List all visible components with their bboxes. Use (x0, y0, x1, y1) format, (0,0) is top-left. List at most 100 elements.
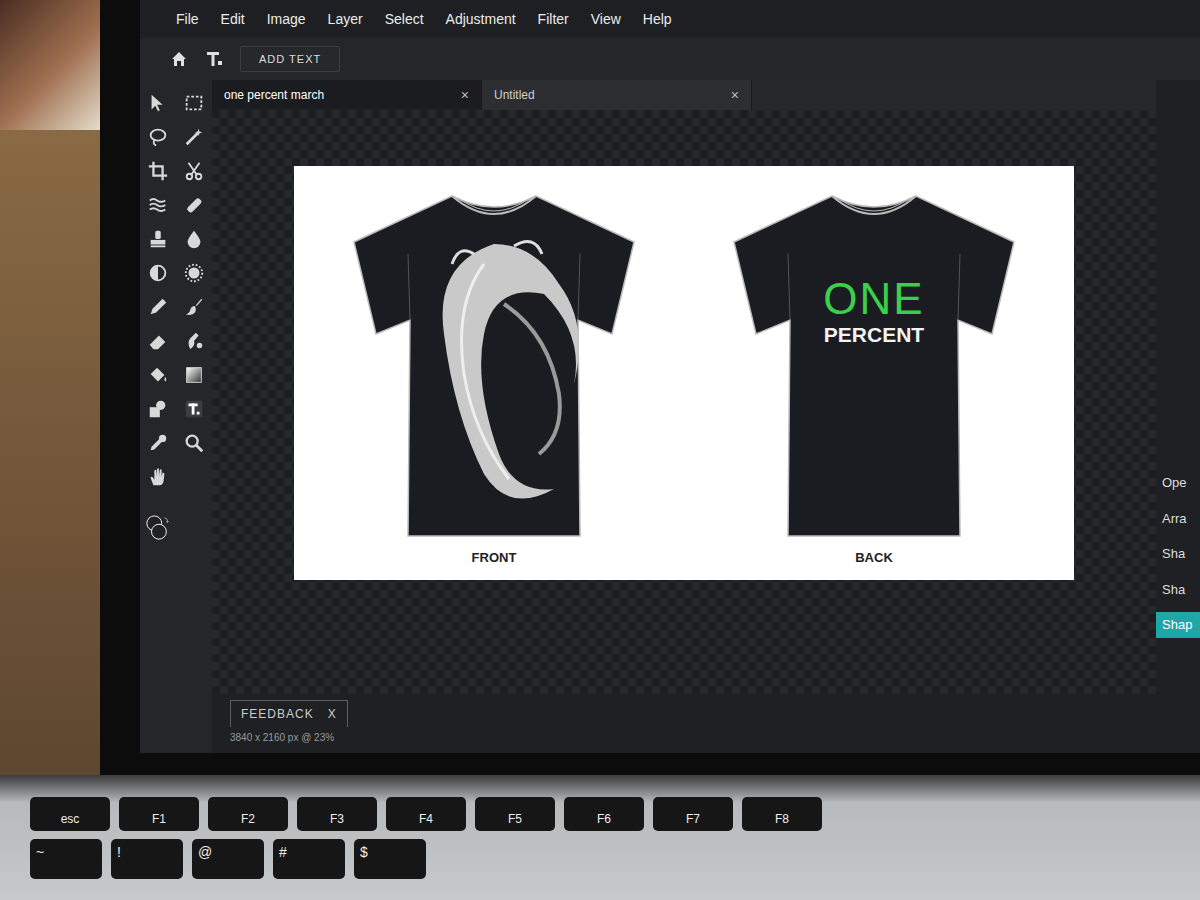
canvas-area[interactable]: FRONT ONEPERCENT BACK (212, 110, 1156, 694)
feedback-button[interactable]: FEEDBACK X (230, 700, 348, 727)
tool-button[interactable] (181, 90, 207, 116)
picker-tool-icon (147, 432, 169, 454)
panel-item[interactable]: Sha (1156, 577, 1200, 603)
tab-close-button[interactable]: × (731, 85, 739, 106)
keyboard-key[interactable]: $ (354, 839, 426, 879)
laptop-bezel: File Edit Image Layer Select Adjustment Filter… (100, 0, 1200, 775)
front-tshirt-icon (334, 184, 654, 544)
tool-button[interactable] (145, 90, 171, 116)
keyboard-key[interactable]: @ (192, 839, 264, 879)
menu-item[interactable]: Image (267, 9, 306, 30)
drop-tool-icon (183, 228, 205, 250)
tool-button[interactable] (145, 396, 171, 422)
back-shirt: ONEPERCENT (714, 184, 1034, 544)
gradient-tool-icon (183, 364, 205, 386)
stamp-tool-icon (147, 228, 169, 250)
tool-button[interactable] (181, 294, 207, 320)
back-tshirt-icon (714, 184, 1034, 544)
function-key-row: esc F1 F2 F3 F4 F5 F6 F7 F8 (30, 797, 1200, 831)
workspace: one percent march×Untitled×FRONTONEPERCE… (212, 80, 1156, 753)
keyboard-key[interactable]: F5 (475, 797, 555, 831)
keyboard-key[interactable]: esc (30, 797, 110, 831)
tool-button[interactable] (181, 226, 207, 252)
tool-button[interactable] (181, 260, 207, 286)
menu-item[interactable]: Select (385, 9, 424, 30)
tab-close-button[interactable]: × (461, 85, 469, 106)
crop-tool-icon (147, 160, 169, 182)
panel-item-label: Shap (1162, 617, 1192, 632)
menu-item[interactable]: View (591, 9, 621, 30)
tool-button[interactable] (145, 430, 171, 456)
tool-button[interactable] (181, 396, 207, 422)
tool-button[interactable] (145, 158, 171, 184)
right-panel: Ope Arra Sha Sha Shap (1156, 80, 1200, 753)
tool-button[interactable] (145, 328, 171, 354)
tool-button[interactable] (145, 192, 171, 218)
feedback-close[interactable]: X (328, 705, 337, 723)
document-tab[interactable]: one percent march × (212, 80, 482, 110)
panel-item[interactable]: Ope (1156, 470, 1200, 496)
wall-picture (0, 0, 100, 130)
photo: File Edit Image Layer Select Adjustment Filter… (0, 0, 1200, 900)
menu-bar: File Edit Image Layer Select Adjustment Filter… (140, 0, 1200, 38)
keyboard-key[interactable]: F8 (742, 797, 822, 831)
keyboard-key[interactable]: F7 (653, 797, 733, 831)
logo-bottom-text: PERCENT (824, 322, 924, 347)
panel-item-label: Ope (1162, 475, 1187, 490)
tool-button[interactable] (145, 464, 171, 490)
keyboard-key[interactable]: ! (111, 839, 183, 879)
menu-item[interactable]: Edit (221, 9, 245, 30)
panel-item[interactable]: Shap (1156, 612, 1200, 638)
tool-button[interactable] (145, 124, 171, 150)
keyboard-key[interactable]: ~ (30, 839, 102, 879)
document-tab[interactable]: Untitled× (482, 80, 752, 110)
tool-button[interactable] (181, 124, 207, 150)
text-tool-icon[interactable] (204, 49, 224, 69)
front-label: FRONT (472, 548, 517, 568)
menu-item[interactable]: Help (643, 9, 672, 30)
tool-button[interactable] (145, 260, 171, 286)
zoom-tool-icon (183, 432, 205, 454)
home-icon[interactable] (170, 50, 188, 68)
back-label: BACK (855, 548, 893, 568)
marquee-tool-icon (183, 92, 205, 114)
smudge-tool-icon (183, 330, 205, 352)
menu-item[interactable]: Filter (538, 9, 569, 30)
tool-button[interactable] (145, 362, 171, 388)
tool-button[interactable] (181, 192, 207, 218)
keyboard-key[interactable]: F2 (208, 797, 288, 831)
dodge-tool-icon (147, 262, 169, 284)
fill-tool-icon (147, 364, 169, 386)
image-size-status: 3840 x 2160 px @ 23% (230, 730, 1136, 745)
keyboard-key[interactable]: F3 (297, 797, 377, 831)
tool-button[interactable] (145, 226, 171, 252)
upper-area: File Edit Image Layer Select Adjustment Filter… (0, 0, 1200, 775)
brush-tool-icon (183, 296, 205, 318)
tool-button[interactable] (181, 362, 207, 388)
keyboard-key[interactable]: F4 (386, 797, 466, 831)
menu-item[interactable]: File (176, 9, 199, 30)
add-text-button[interactable]: ADD TEXT (240, 46, 340, 73)
tool-button[interactable] (181, 430, 207, 456)
panel-item[interactable]: Sha (1156, 541, 1200, 567)
keyboard-key[interactable]: # (273, 839, 345, 879)
menu-item[interactable]: Adjustment (446, 9, 516, 30)
color-swatches[interactable] (145, 498, 171, 558)
liquify-tool-icon (147, 194, 169, 216)
type-tool-icon (183, 398, 205, 420)
menu-item[interactable]: Layer (328, 9, 363, 30)
keyboard-key[interactable]: F1 (119, 797, 199, 831)
panel-item[interactable]: Arra (1156, 506, 1200, 532)
lasso-tool-icon (147, 126, 169, 148)
tool-button[interactable] (145, 294, 171, 320)
status-area: FEEDBACK X 3840 x 2160 px @ 23% (212, 694, 1156, 753)
tool-panel (140, 80, 212, 753)
keyboard-key[interactable]: F6 (564, 797, 644, 831)
toolbar: ADD TEXT (140, 38, 1200, 80)
feedback-label: FEEDBACK (241, 705, 314, 723)
tool-button[interactable] (181, 158, 207, 184)
tab-label: one percent march (224, 86, 324, 104)
front-shirt-view: FRONT (334, 184, 654, 568)
tool-button[interactable] (181, 328, 207, 354)
number-key-row: ~!@#$ (30, 839, 1200, 879)
